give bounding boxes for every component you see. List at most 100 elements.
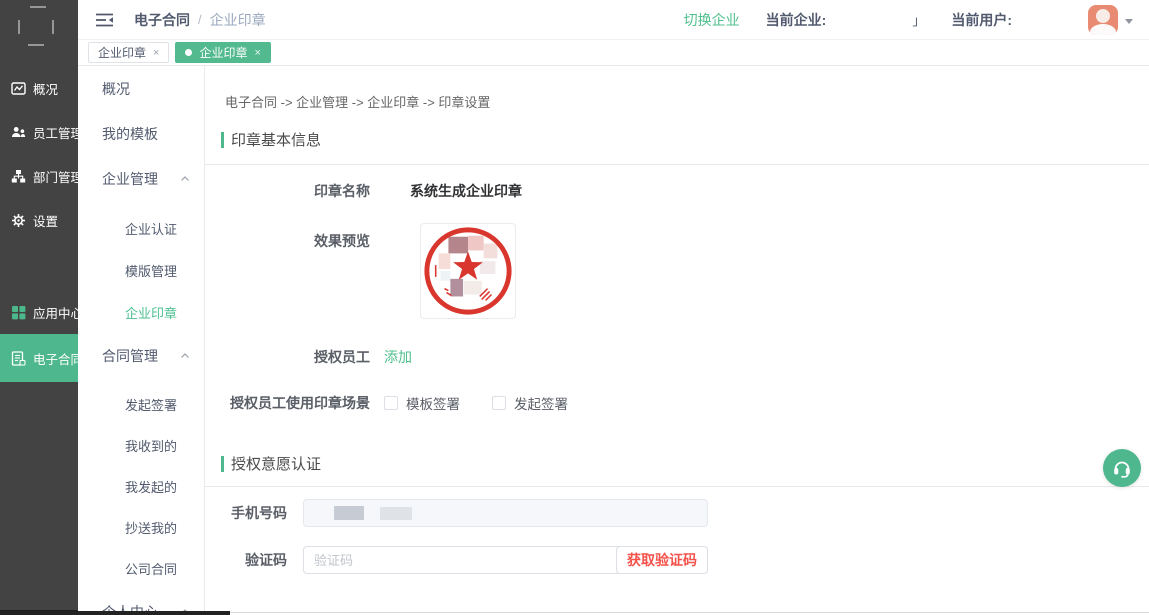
authorized-staff-label: 授权员工 [205, 347, 370, 367]
menu-item-label: 公司合同 [125, 559, 177, 578]
menu-item-enterprise-certification[interactable]: 企业认证 [78, 207, 204, 249]
section-title-seal-info: 印章基本信息 [221, 129, 1149, 150]
breadcrumb-current-page: 企业印章 [210, 10, 266, 30]
sidebar-item-label: 设置 [33, 211, 58, 230]
seal-name-label: 印章名称 [205, 181, 370, 201]
section-divider [205, 486, 1149, 487]
customer-service-button[interactable] [1103, 449, 1141, 487]
verification-code-label: 验证码 [205, 550, 287, 570]
seal-scene-label: 授权员工使用印章场景 [205, 393, 370, 413]
sidebar-item-label: 员工管理 [33, 123, 83, 142]
sidebar-item-label: 电子合同 [33, 349, 83, 368]
sidebar-item-label: 应用中心 [33, 303, 83, 322]
menu-item-my-templates[interactable]: 我的模板 [78, 111, 204, 156]
sidebar-item-label: 概况 [33, 79, 58, 98]
close-icon[interactable]: × [254, 47, 260, 59]
collapse-menu-icon[interactable] [96, 13, 114, 27]
menu-item-cc-to-me[interactable]: 抄送我的 [78, 507, 204, 548]
menu-item-label: 企业认证 [125, 219, 177, 238]
app-center-grid-icon [11, 305, 26, 320]
sidebar-item-overview[interactable]: 概况 [0, 66, 78, 110]
menu-item-enterprise-management[interactable]: 企业管理 [78, 156, 204, 201]
form-row-seal-name: 印章名称 系统生成企业印章 [205, 181, 1149, 201]
form-row-authorized-staff: 授权员工 添加 [205, 347, 1149, 367]
seal-name-value: 系统生成企业印章 [410, 181, 522, 201]
current-company-suffix: 」 [912, 10, 925, 29]
get-code-button[interactable]: 获取验证码 [616, 546, 708, 574]
tab-enterprise-seal[interactable]: 企业印章 × [88, 42, 169, 63]
menu-item-label: 企业印章 [125, 303, 177, 322]
checkbox-template-signing[interactable]: 模板签署 [384, 393, 460, 413]
window-bottom-strip [0, 611, 230, 615]
switch-company-link[interactable]: 切换企业 [684, 10, 740, 30]
sidebar-item-departments[interactable]: 部门管理 [0, 154, 78, 198]
sidebar-item-employees[interactable]: 员工管理 [0, 110, 78, 154]
phone-input-disabled [303, 499, 708, 527]
sidebar-item-e-contract[interactable]: 电子合同 [0, 334, 78, 382]
phone-redacted-block [334, 506, 364, 520]
open-tabs-bar: 企业印章 × 企业印章 × [78, 40, 1149, 66]
checkbox-box[interactable] [492, 396, 506, 410]
menu-item-label: 合同管理 [102, 346, 158, 366]
app-window: 概况 员工管理 部门管理 设置 应用中心 [0, 0, 1149, 615]
checkbox-box[interactable] [384, 396, 398, 410]
menu-item-initiate-signing[interactable]: 发起签署 [78, 384, 204, 425]
menu-item-enterprise-seal[interactable]: 企业印章 [78, 291, 204, 333]
form-row-phone: 手机号码 [205, 499, 1149, 527]
employees-icon [11, 125, 26, 140]
menu-item-overview[interactable]: 概况 [78, 66, 204, 111]
phone-redacted-block [380, 507, 412, 520]
secondary-sidebar: 概况 我的模板 企业管理 企业认证 模版管理 企业印章 合同管理 发起签署 我收… [78, 66, 205, 615]
menu-item-label: 我发起的 [125, 477, 177, 496]
close-icon[interactable]: × [153, 47, 159, 59]
tab-enterprise-seal-active[interactable]: 企业印章 × [175, 42, 270, 63]
chevron-up-icon [180, 351, 190, 361]
main-content: 电子合同 -> 企业管理 -> 企业印章 -> 印章设置 印章基本信息 印章名称… [205, 66, 1149, 615]
page-path: 电子合同 -> 企业管理 -> 企业印章 -> 印章设置 [225, 92, 1149, 111]
top-header: 电子合同 / 企业印章 切换企业 当前企业: 」 当前用户: [78, 0, 1149, 40]
breadcrumb-app-title: 电子合同 [134, 10, 190, 30]
enterprise-management-submenu: 企业认证 模版管理 企业印章 [78, 207, 204, 333]
current-user-label: 当前用户: [951, 10, 1012, 30]
menu-item-label: 我的模板 [102, 124, 158, 144]
seal-preview-image [420, 223, 516, 319]
settings-gear-icon [11, 213, 26, 228]
menu-item-label: 企业管理 [102, 169, 158, 189]
sidebar-item-settings[interactable]: 设置 [0, 198, 78, 242]
sidebar-item-app-center[interactable]: 应用中心 [0, 290, 78, 334]
menu-item-contract-management[interactable]: 合同管理 [78, 333, 204, 378]
breadcrumb-separator: / [198, 12, 202, 27]
menu-item-label: 模版管理 [125, 261, 177, 280]
menu-item-label: 概况 [102, 79, 130, 99]
menu-item-label: 发起签署 [125, 395, 177, 414]
checkbox-label: 发起签署 [514, 393, 568, 413]
chevron-down-icon[interactable] [1125, 19, 1133, 24]
e-contract-icon [11, 351, 26, 366]
menu-item-initiated-by-me[interactable]: 我发起的 [78, 466, 204, 507]
current-user-value-redacted [1012, 13, 1082, 27]
overview-icon [11, 81, 26, 96]
add-staff-link[interactable]: 添加 [384, 347, 412, 367]
checkbox-initiate-signing[interactable]: 发起签署 [492, 393, 568, 413]
section-divider [205, 164, 1149, 165]
menu-item-template-management[interactable]: 模版管理 [78, 249, 204, 291]
window-bottom-line [230, 612, 1149, 613]
primary-sidebar: 概况 员工管理 部门管理 设置 应用中心 [0, 0, 78, 615]
tab-label: 企业印章 [199, 44, 247, 61]
contract-management-submenu: 发起签署 我收到的 我发起的 抄送我的 公司合同 [78, 384, 204, 589]
menu-item-received[interactable]: 我收到的 [78, 425, 204, 466]
form-row-seal-preview: 效果预览 [205, 223, 1149, 319]
menu-item-company-contracts[interactable]: 公司合同 [78, 548, 204, 589]
form-row-seal-scenes: 授权员工使用印章场景 模板签署 发起签署 [205, 393, 1149, 413]
section-title-authorization: 授权意愿认证 [221, 453, 1149, 474]
seal-preview-label: 效果预览 [205, 223, 370, 251]
checkbox-label: 模板签署 [406, 393, 460, 413]
departments-icon [11, 169, 26, 184]
sidebar-item-label: 部门管理 [33, 167, 83, 186]
form-row-verification-code: 验证码 获取验证码 [205, 546, 1149, 574]
menu-item-label: 我收到的 [125, 436, 177, 455]
company-logo [0, 0, 78, 56]
menu-item-label: 抄送我的 [125, 518, 177, 537]
user-avatar[interactable] [1088, 5, 1118, 35]
phone-label: 手机号码 [205, 503, 287, 523]
